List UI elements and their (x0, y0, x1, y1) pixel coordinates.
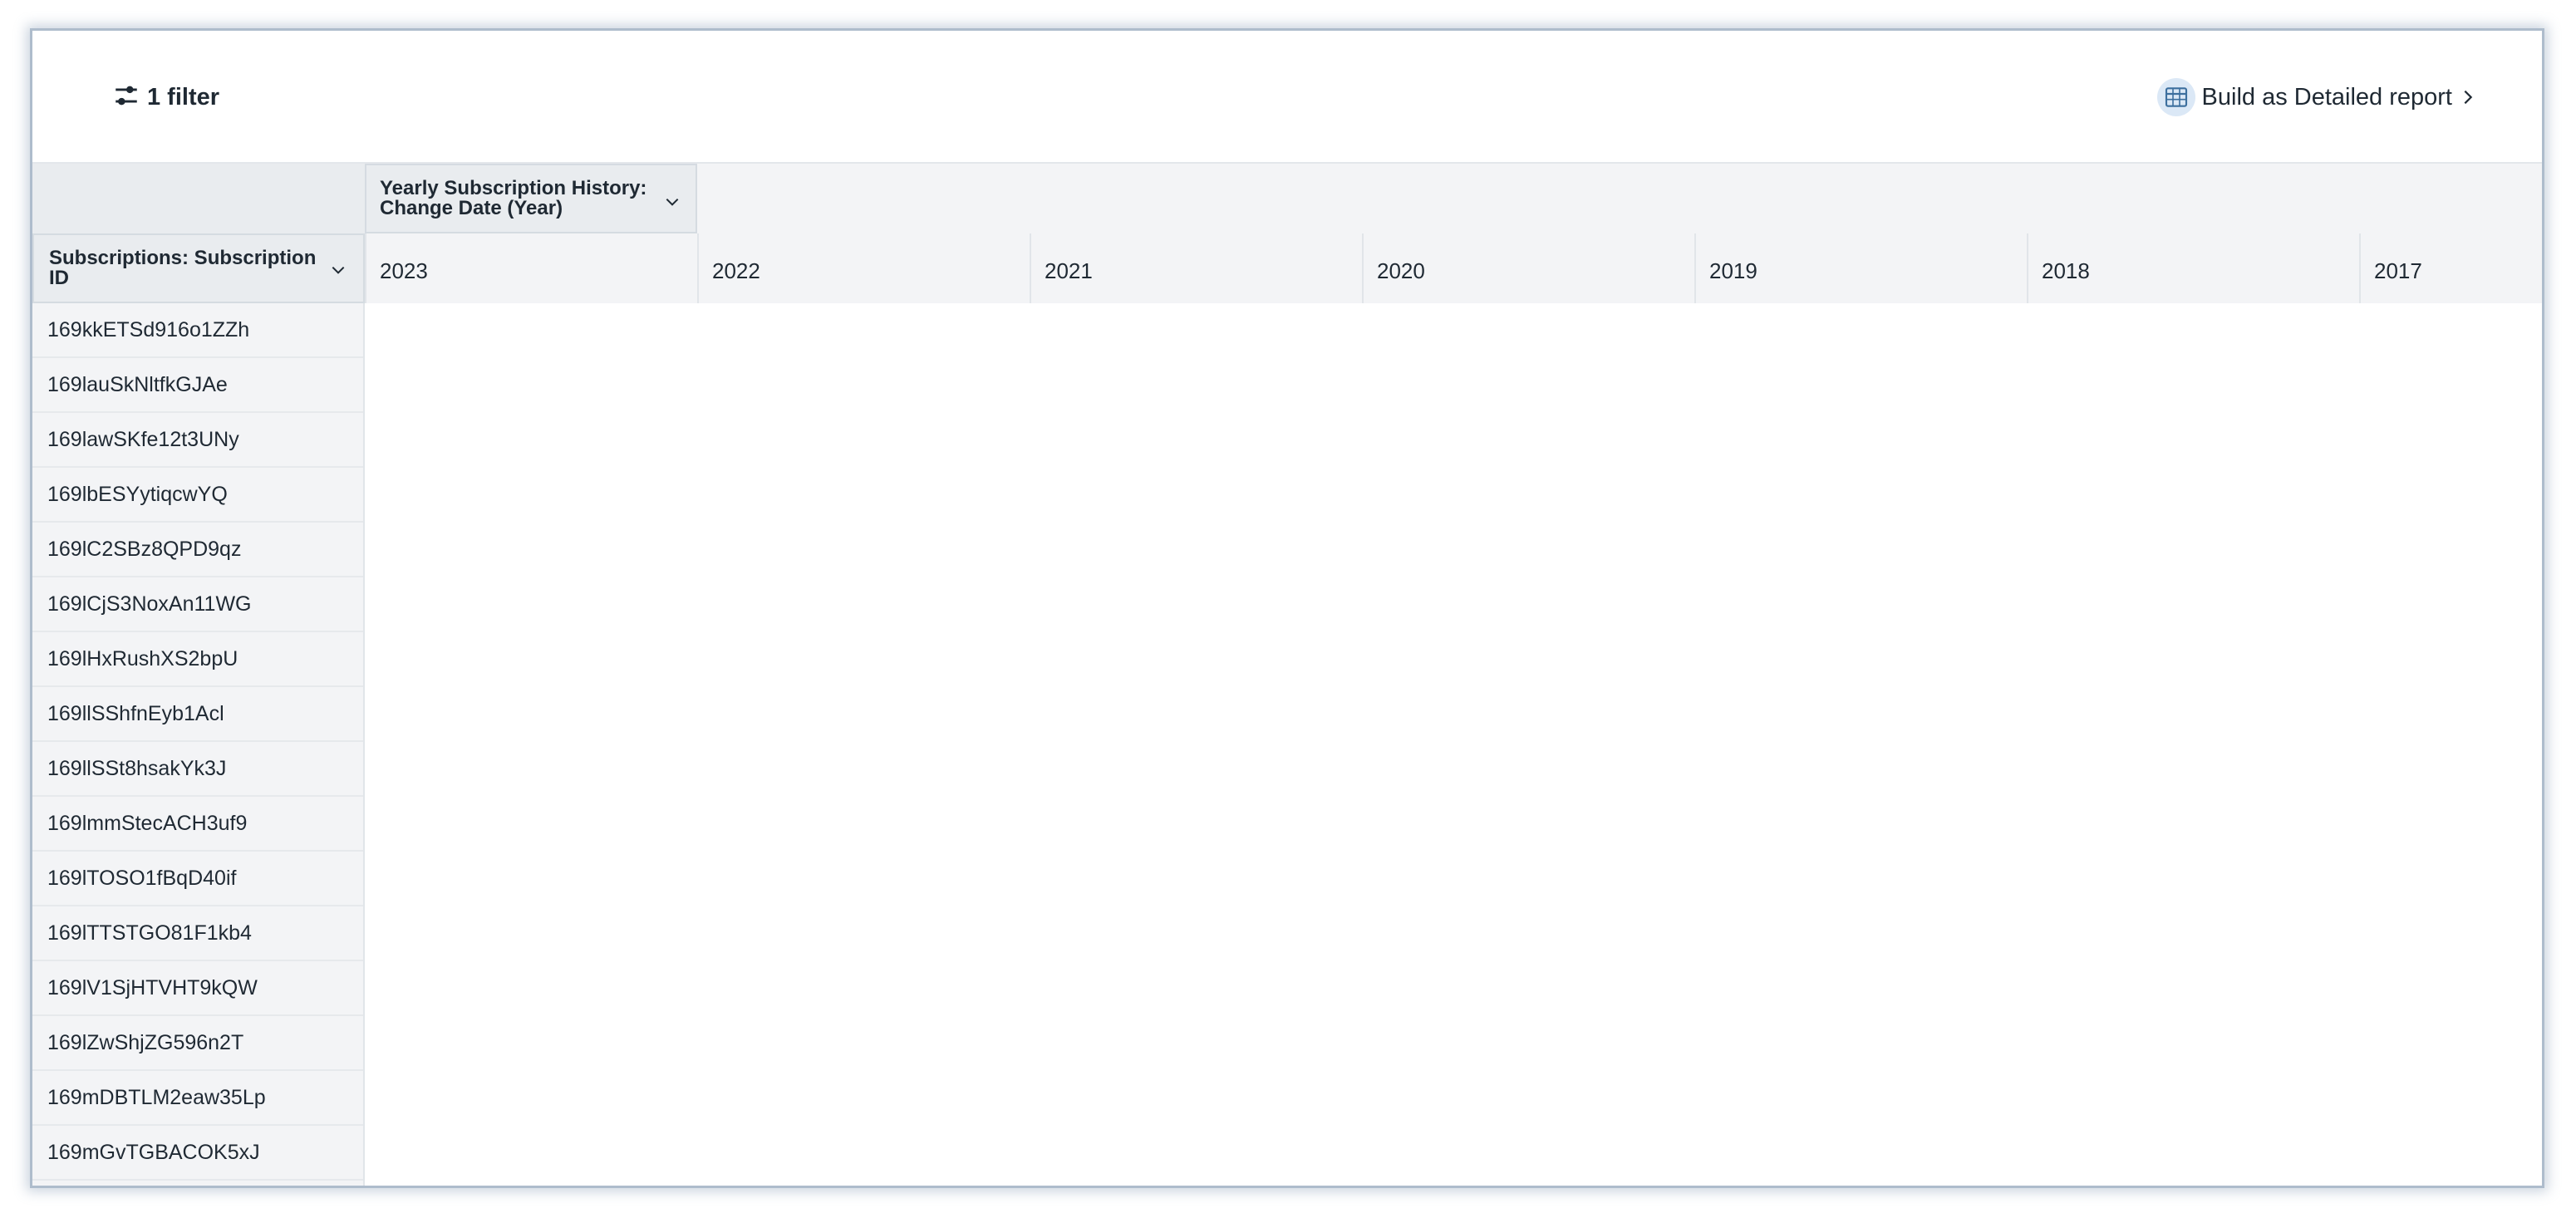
build-detailed-report-button[interactable]: Build as Detailed report (2156, 74, 2477, 120)
column-field-label: Yearly Subscription History: Change Date… (380, 177, 647, 219)
row-header-cell[interactable]: 169llSSt8hsakYk3J (32, 742, 363, 797)
row-header-cell[interactable]: 169kkETSd916o1ZZh (32, 303, 363, 358)
row-header-cell[interactable]: 169mDBTLM2eaw35Lp (32, 1071, 363, 1126)
pivot-report-panel: 1 filter Build as Detailed report Yearly… (30, 28, 2544, 1188)
pivot-corner-cell (32, 164, 365, 233)
row-header-cell[interactable]: 169lHxRushXS2bpU (32, 632, 363, 687)
row-header-cell[interactable]: 169llSShfnEyb1Acl (32, 687, 363, 742)
row-header-cell[interactable]: 169lmmStecACH3uf9 (32, 797, 363, 852)
report-toolbar: 1 filter Build as Detailed report (32, 31, 2542, 164)
row-header-cell[interactable]: 169lZwShjZG596n2T (32, 1016, 363, 1071)
row-header-cell[interactable]: 169lV1SjHTVHT9kQW (32, 961, 363, 1016)
table-report-icon (2156, 78, 2195, 116)
row-field-chip[interactable]: Subscriptions: Subscription ID (32, 233, 365, 303)
column-header-year[interactable]: 2020 (1362, 233, 1694, 303)
row-header-cell[interactable]: 169lauSkNltfkGJAe (32, 358, 363, 413)
column-header-year[interactable]: 2018 (2027, 233, 2359, 303)
column-field-chip[interactable]: Yearly Subscription History: Change Date… (365, 164, 697, 233)
column-header-year[interactable]: 2021 (1030, 233, 1362, 303)
sliders-icon (112, 81, 140, 114)
chevron-down-icon (666, 198, 679, 206)
row-header-column: 169kkETSd916o1ZZh 169lauSkNltfkGJAe 169l… (32, 303, 365, 1186)
chevron-right-icon (2459, 88, 2477, 106)
column-header-year[interactable]: 2019 (1694, 233, 2027, 303)
column-header-year[interactable]: 2022 (697, 233, 1030, 303)
build-report-label: Build as Detailed report (2201, 83, 2452, 111)
row-header-cell[interactable]: 169lC2SBz8QPD9qz (32, 523, 363, 577)
row-header-cell[interactable]: 169lbESYytiqcwYQ (32, 468, 363, 523)
row-header-cell[interactable]: 169lawSKfe12t3UNy (32, 413, 363, 468)
pivot-table: Yearly Subscription History: Change Date… (32, 164, 2542, 1186)
column-header-year[interactable]: 2023 (365, 233, 697, 303)
filter-count-label: 1 filter (147, 83, 220, 111)
row-header-cell[interactable]: 169lTOSO1fBqD40if (32, 852, 363, 906)
row-field-label: Subscriptions: Subscription ID (49, 247, 317, 289)
row-header-cell[interactable]: 169mGvTGBACOK5xJ (32, 1126, 363, 1181)
column-header-year[interactable]: 2017 (2359, 233, 2542, 303)
chevron-down-icon (332, 266, 345, 274)
row-header-cell[interactable]: 169lCjS3NoxAn11WG (32, 577, 363, 632)
filter-button[interactable]: 1 filter (112, 77, 219, 117)
row-header-cell[interactable]: 169lTTSTGO81F1kb4 (32, 906, 363, 961)
